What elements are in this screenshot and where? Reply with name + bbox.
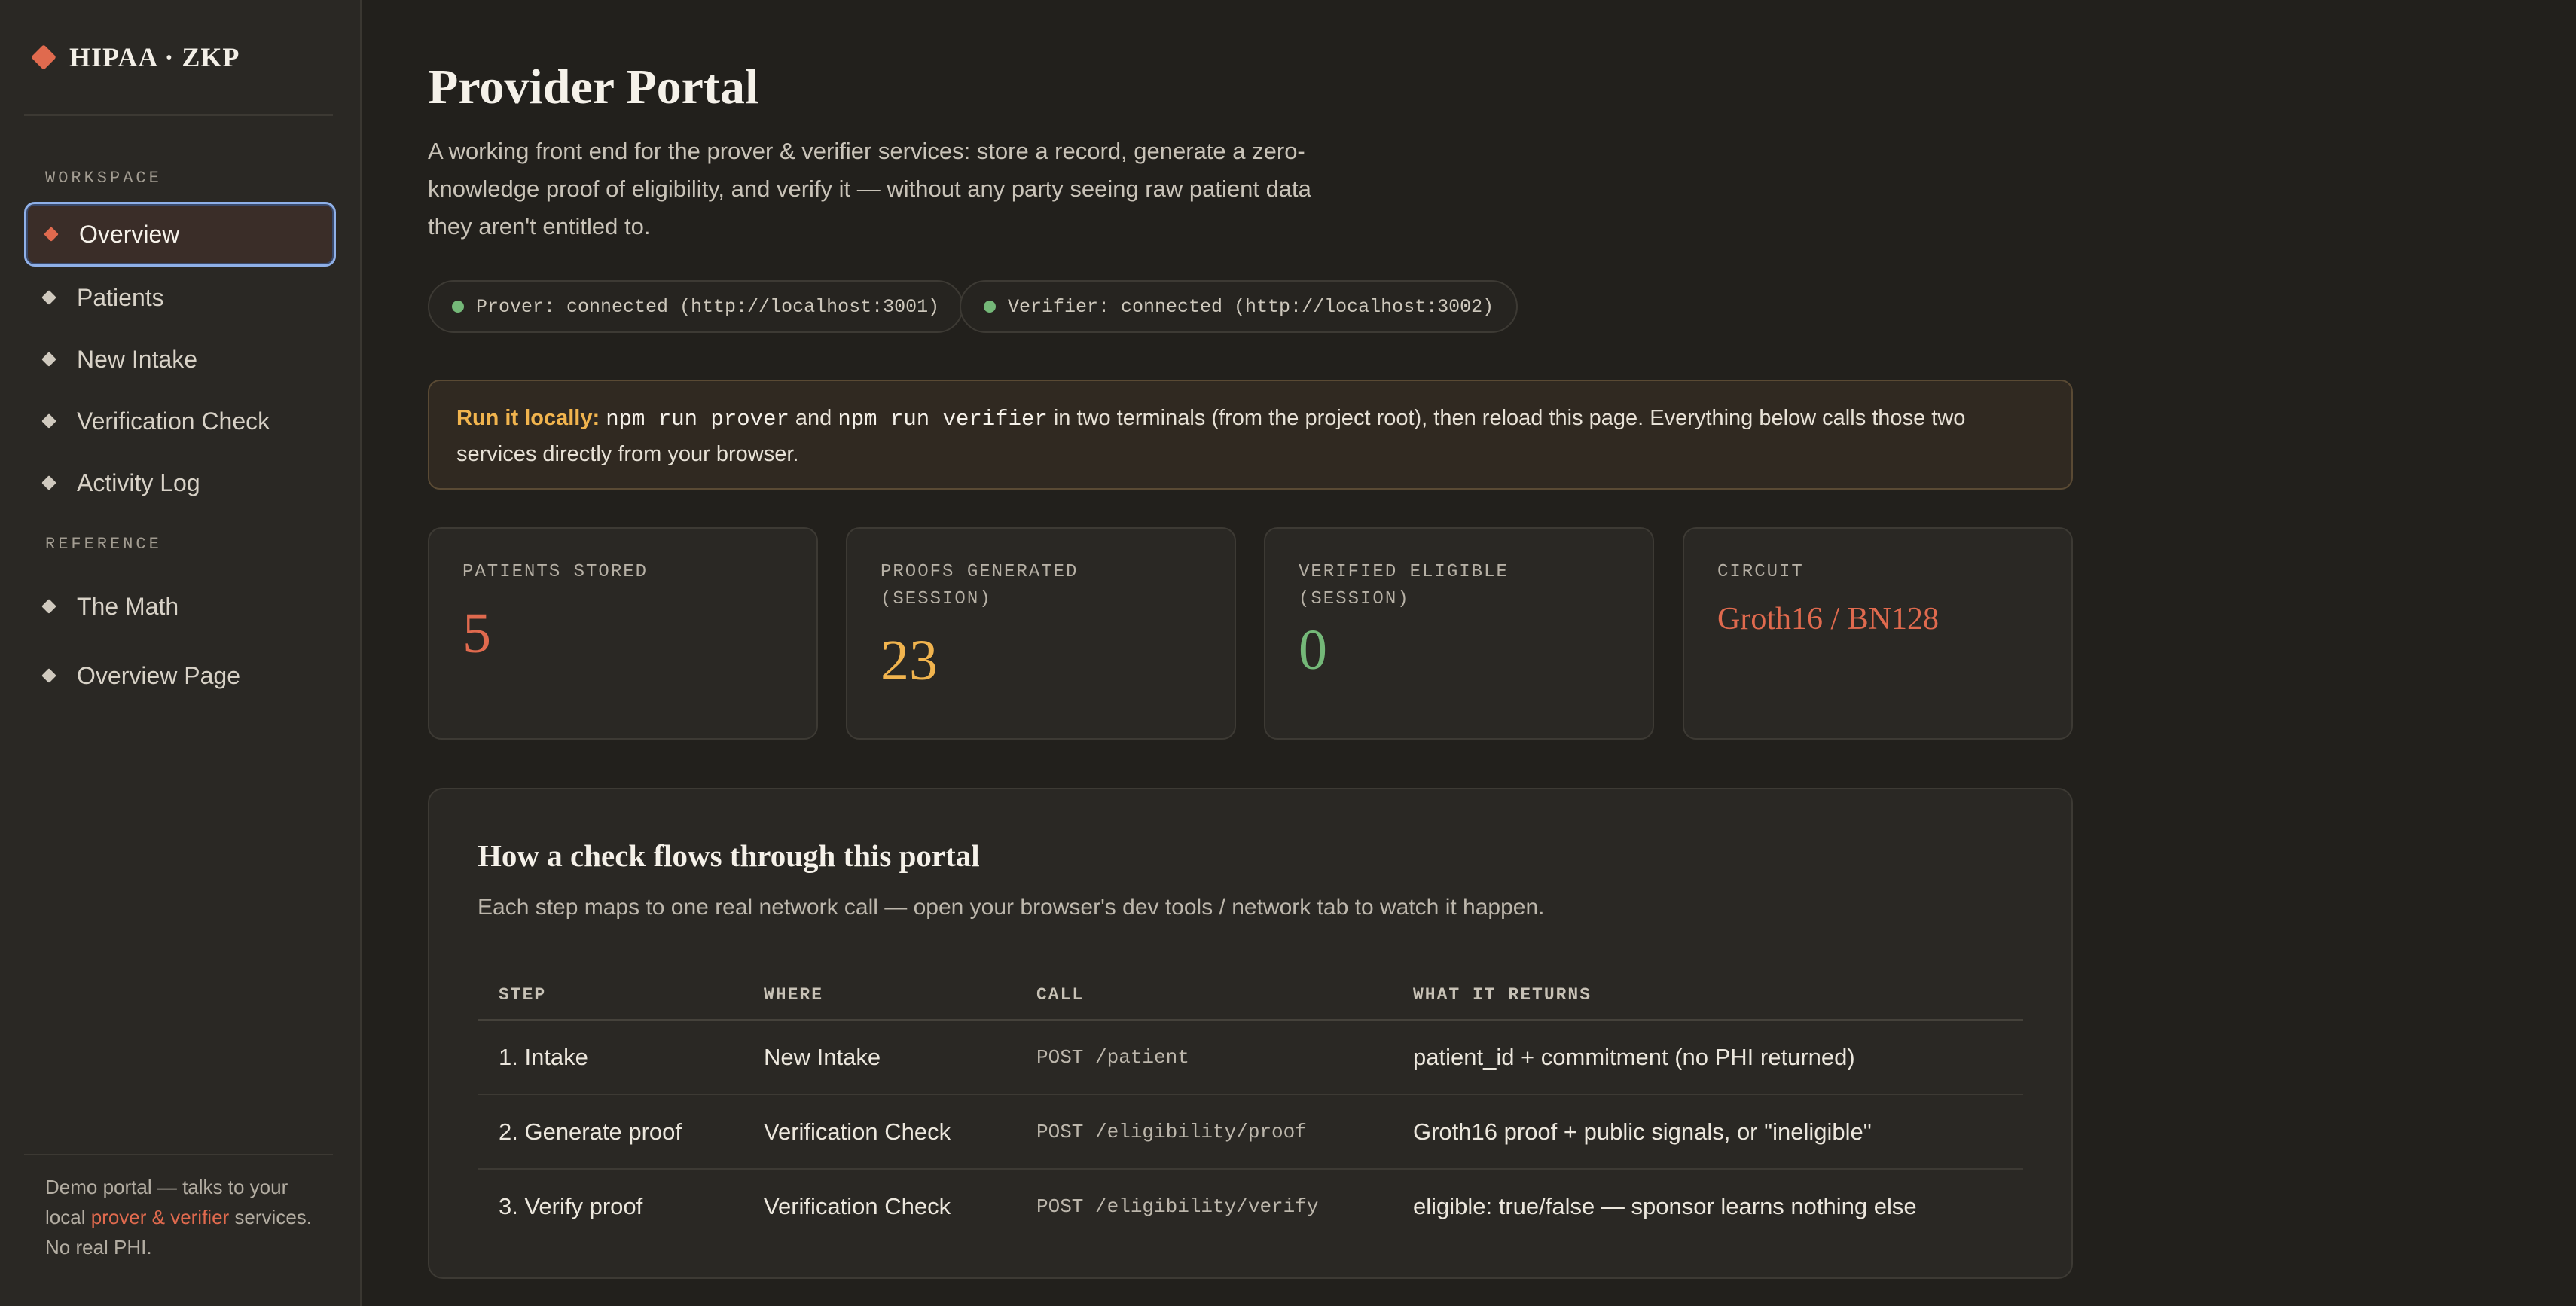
divider: [24, 114, 333, 116]
notice-lead: Run it locally:: [456, 406, 600, 430]
command-verifier: npm run verifier: [838, 407, 1048, 432]
status-dot-icon: [452, 301, 464, 313]
diamond-bullet-icon: [41, 668, 56, 683]
stat-label: VERIFIED ELIGIBLE (SESSION): [1299, 562, 1509, 609]
stat-value: 5: [462, 602, 491, 665]
prover-status-badge: Prover: connected (http://localhost:3001…: [428, 280, 964, 333]
sidebar-item-the-math[interactable]: The Math: [24, 574, 336, 639]
diamond-logo-icon: [31, 44, 56, 70]
flow-panel: How a check flows through this portal Ea…: [428, 788, 2073, 1279]
sidebar: HIPAA · ZKP WORKSPACE Overview Patients …: [0, 0, 362, 1306]
verifier-status-badge: Verifier: connected (http://localhost:30…: [960, 280, 1518, 333]
stat-card-circuit: CIRCUIT Groth16 / BN128: [1683, 527, 2073, 740]
sidebar-item-label: Verification Check: [77, 407, 270, 435]
column-header-where: WHERE: [743, 970, 1015, 1021]
sidebar-item-patients[interactable]: Patients: [24, 265, 336, 330]
sidebar-item-overview[interactable]: Overview: [24, 202, 336, 267]
divider: [24, 1154, 333, 1155]
sidebar-item-new-intake[interactable]: New Intake: [24, 327, 336, 392]
cell-step: 2. Generate proof: [478, 1094, 743, 1170]
sidebar-item-label: Patients: [77, 283, 164, 311]
sidebar-item-label: New Intake: [77, 345, 198, 373]
column-header-step: STEP: [478, 970, 743, 1021]
status-text: Prover: connected (http://localhost:3001…: [476, 295, 940, 318]
diamond-bullet-icon: [41, 290, 56, 305]
stat-label: PATIENTS STORED: [462, 562, 649, 582]
sidebar-item-verification-check[interactable]: Verification Check: [24, 389, 336, 453]
cell-call: POST /patient: [1015, 1020, 1392, 1095]
stat-value: Groth16 / BN128: [1717, 602, 1939, 636]
footer-line: No real PHI.: [45, 1236, 152, 1259]
section-subtitle: Each step maps to one real network call …: [478, 895, 1545, 920]
sidebar-item-label: The Math: [77, 592, 179, 620]
run-locally-notice: Run it locally: npm run prover and npm r…: [428, 380, 2073, 490]
sidebar-item-label: Overview: [79, 220, 180, 248]
stat-label: CIRCUIT: [1717, 562, 1804, 582]
stat-card-verified-eligible: VERIFIED ELIGIBLE (SESSION) 0: [1264, 527, 1654, 740]
command-prover: npm run prover: [606, 407, 789, 432]
status-dot-icon: [984, 301, 996, 313]
diamond-bullet-icon: [41, 352, 56, 367]
footer-text: local: [45, 1206, 91, 1228]
table-row: 2. Generate proof Verification Check POS…: [478, 1094, 2023, 1170]
cell-call: POST /eligibility/proof: [1015, 1094, 1392, 1170]
brand[interactable]: HIPAA · ZKP: [30, 39, 240, 75]
stat-card-patients-stored: PATIENTS STORED 5: [428, 527, 818, 740]
cell-returns: patient_id + commitment (no PHI returned…: [1392, 1020, 2023, 1095]
nav-section-reference: REFERENCE: [45, 535, 162, 554]
footer-text: services.: [229, 1206, 313, 1228]
sidebar-item-label: Overview Page: [77, 661, 240, 689]
column-header-returns: WHAT IT RETURNS: [1392, 970, 2023, 1021]
cell-where: Verification Check: [743, 1094, 1015, 1170]
stat-value: 0: [1299, 618, 1327, 682]
diamond-bullet-icon: [41, 599, 56, 614]
stat-card-proofs-generated: PROOFS GENERATED (SESSION) 23: [846, 527, 1236, 740]
sidebar-item-overview-page[interactable]: Overview Page: [24, 643, 336, 708]
sidebar-footer-note: Demo portal — talks to your local prover…: [45, 1172, 316, 1262]
table-header-row: STEP WHERE CALL WHAT IT RETURNS: [478, 970, 2023, 1021]
page-description: A working front end for the prover & ver…: [428, 138, 1311, 240]
cell-returns: Groth16 proof + public signals, or "inel…: [1392, 1094, 2023, 1170]
cell-step: 3. Verify proof: [499, 1193, 643, 1219]
app-root: HIPAA · ZKP WORKSPACE Overview Patients …: [0, 0, 2576, 1306]
sidebar-item-activity-log[interactable]: Activity Log: [24, 450, 336, 515]
cell-call: POST /eligibility/verify: [1036, 1195, 1319, 1218]
brand-name: HIPAA · ZKP: [69, 42, 240, 72]
stat-value: 23: [881, 629, 938, 692]
cell-where: New Intake: [743, 1020, 1015, 1095]
cell-step: 1. Intake: [478, 1020, 743, 1095]
diamond-bullet-icon: [44, 227, 59, 242]
prover-verifier-link[interactable]: prover & verifier: [91, 1206, 230, 1228]
stat-label: PROOFS GENERATED (SESSION): [881, 562, 1079, 609]
footer-line: local prover & verifier services.: [45, 1202, 316, 1232]
table-row: 1. Intake New Intake POST /patient patie…: [478, 1020, 2023, 1095]
table-row: 3. Verify proof Verification Check POST …: [478, 1169, 2023, 1243]
cell-where: Verification Check: [764, 1193, 951, 1219]
section-title: How a check flows through this portal: [478, 838, 980, 873]
flow-table: STEP WHERE CALL WHAT IT RETURNS 1. Intak…: [478, 970, 2023, 1243]
diamond-bullet-icon: [41, 475, 56, 490]
notice-text: and: [789, 406, 838, 430]
column-header-call: CALL: [1015, 970, 1392, 1021]
footer-line: Demo portal — talks to your: [45, 1176, 288, 1198]
diamond-bullet-icon: [41, 413, 56, 429]
status-text: Verifier: connected (http://localhost:30…: [1008, 295, 1494, 318]
page-title: Provider Portal: [428, 60, 759, 114]
nav-section-workspace: WORKSPACE: [45, 169, 162, 188]
cell-returns: eligible: true/false — sponsor learns no…: [1413, 1193, 1917, 1219]
sidebar-item-label: Activity Log: [77, 468, 200, 496]
